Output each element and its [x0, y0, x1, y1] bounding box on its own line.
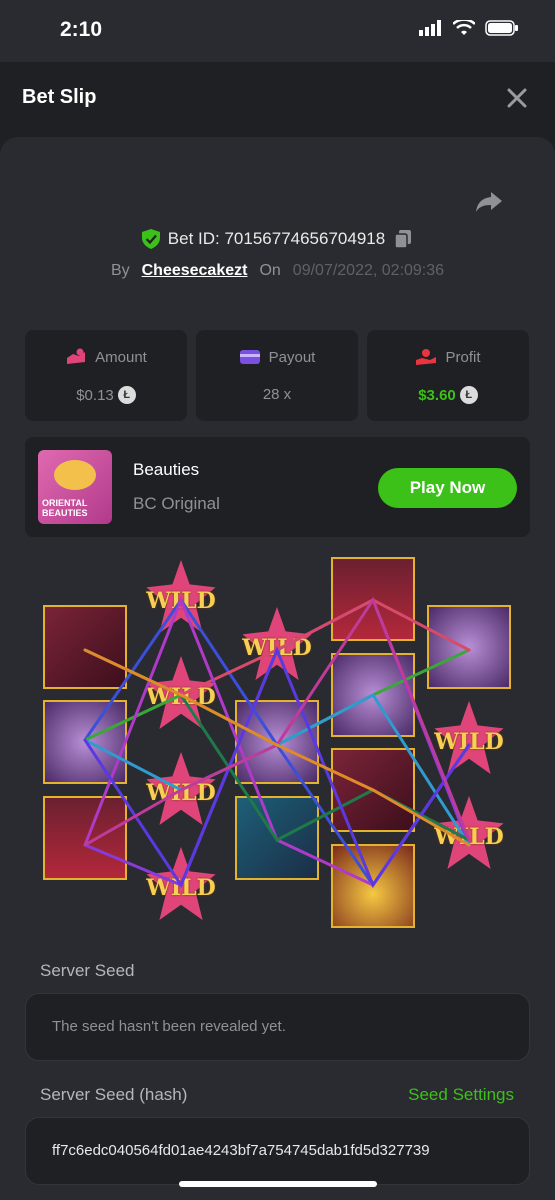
battery-icon	[485, 20, 518, 36]
thumb-text-line1: ORIENTAL	[42, 498, 88, 508]
server-seed-hash-label: Server Seed (hash)	[40, 1085, 188, 1104]
bet-id: Bet ID: 70156774656704918	[167, 229, 386, 248]
game-name: Beauties	[133, 460, 200, 479]
profit-icon	[416, 349, 437, 365]
user-link[interactable]: Cheesecakezt	[142, 262, 248, 280]
amount-label: Amount	[95, 348, 147, 366]
share-icon[interactable]	[474, 186, 504, 216]
game-thumbnail[interactable]: ORIENTAL BEAUTIES	[38, 450, 112, 524]
amount-icon	[67, 348, 86, 364]
profit-value: $3.60	[418, 386, 456, 404]
server-seed-hash-field[interactable]: ff7c6edc040564fd01ae4243bf7a754745dab1fd…	[25, 1117, 530, 1185]
profit-label: Profit	[445, 348, 481, 366]
paylines-overlay	[83, 595, 471, 889]
verified-shield-icon	[141, 229, 160, 249]
server-seed-value: The seed hasn't been revealed yet.	[52, 1018, 286, 1035]
payout-label: Payout	[268, 348, 316, 366]
profit-card: Profit $3.60 Ł	[367, 330, 529, 421]
litecoin-icon: Ł	[117, 386, 136, 404]
server-seed-hash-value: ff7c6edc040564fd01ae4243bf7a754745dab1fd…	[52, 1142, 430, 1159]
signal-icon	[419, 20, 441, 36]
wifi-icon	[453, 20, 475, 35]
page-title: Bet Slip	[22, 86, 97, 108]
bet-id-row: Bet ID: 70156774656704918	[0, 226, 555, 252]
amount-value: $0.13	[76, 386, 114, 404]
payout-card: Payout 28 x	[196, 330, 358, 421]
game-provider: BC Original	[133, 494, 220, 513]
slot-result-grid: WILD WILD WILD WILD WILD WILD WILD	[40, 555, 515, 930]
bet-slip-header: Bet Slip	[0, 62, 555, 137]
game-logo-emblem	[54, 460, 96, 490]
bet-datetime: 09/07/2022, 02:09:36	[292, 262, 445, 279]
bet-meta-row: By Cheesecakezt On 09/07/2022, 02:09:36	[0, 260, 555, 282]
game-card[interactable]: ORIENTAL BEAUTIES Beauties BC Original P…	[25, 437, 530, 537]
wallet-icon	[239, 350, 260, 364]
server-seed-label: Server Seed	[40, 961, 135, 980]
close-icon[interactable]	[503, 84, 531, 112]
by-label: By	[110, 262, 130, 279]
payout-value: 28 x	[262, 386, 292, 403]
status-bar: 2:10	[0, 0, 555, 62]
seed-settings-link[interactable]: Seed Settings	[408, 1085, 514, 1105]
home-indicator[interactable]	[179, 1181, 377, 1187]
thumb-text-line2: BEAUTIES	[42, 508, 88, 518]
status-time: 2:10	[60, 18, 103, 41]
amount-card: Amount $0.13 Ł	[25, 330, 187, 421]
on-label: On	[259, 262, 281, 279]
status-icons	[419, 20, 519, 36]
copy-icon[interactable]	[393, 229, 413, 249]
server-seed-field: The seed hasn't been revealed yet.	[25, 993, 530, 1061]
play-now-button[interactable]: Play Now	[378, 468, 517, 508]
litecoin-icon: Ł	[459, 386, 478, 404]
